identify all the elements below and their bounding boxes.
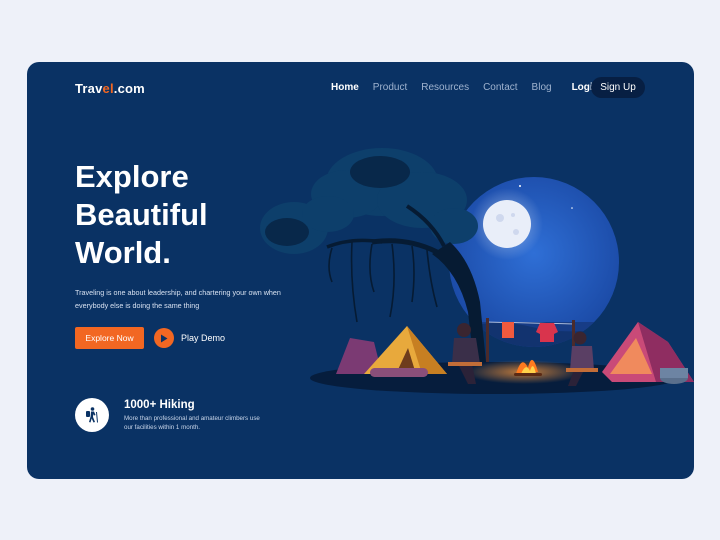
nav-link-blog[interactable]: Blog [532, 82, 552, 93]
brand-name-accent: el [102, 81, 114, 96]
nav-link-home[interactable]: Home [331, 82, 359, 93]
stat-description: More than professional and amateur climb… [124, 415, 260, 431]
hero-card: Travel.com Home Product Resources Contac… [27, 62, 694, 479]
hiker-icon [75, 398, 109, 432]
brand-name-part1: Trav [75, 81, 103, 96]
play-icon [154, 328, 174, 348]
play-demo-button[interactable]: Play Demo [154, 328, 225, 348]
brand-name-part2: .com [113, 81, 145, 96]
nav-link-product[interactable]: Product [373, 82, 407, 93]
signup-button[interactable]: Sign Up [591, 77, 645, 98]
explore-now-button[interactable]: Explore Now [75, 327, 144, 349]
brand-logo[interactable]: Travel.com [75, 81, 145, 96]
nav-link-resources[interactable]: Resources [421, 82, 469, 93]
campfire-scene-illustration [260, 148, 694, 394]
main-nav: Home Product Resources Contact Blog Logi… [331, 82, 613, 93]
nav-link-contact[interactable]: Contact [483, 82, 517, 93]
play-demo-label: Play Demo [181, 333, 226, 343]
stat-title: 1000+ Hiking [124, 399, 195, 411]
